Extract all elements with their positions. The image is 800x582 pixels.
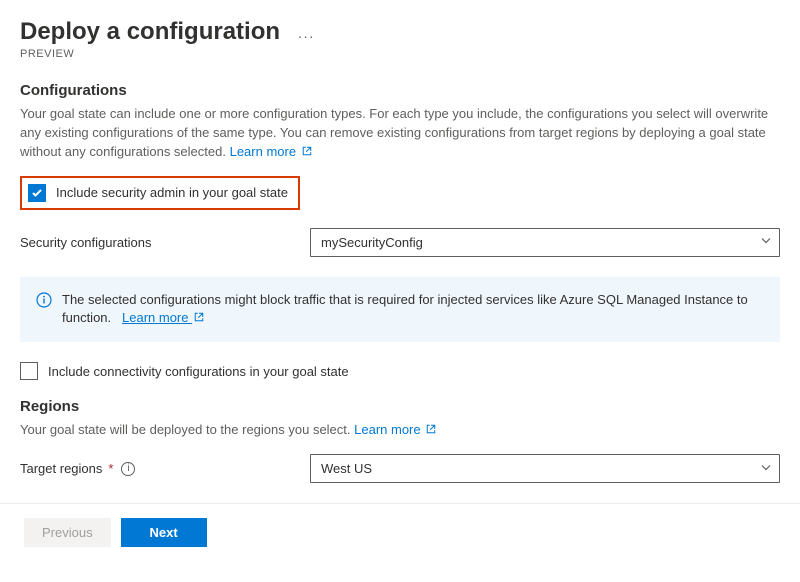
security-config-label: Security configurations: [20, 235, 310, 250]
regions-learn-more-link[interactable]: Learn more: [354, 422, 436, 437]
include-connectivity-label: Include connectivity configurations in y…: [48, 364, 349, 379]
external-link-icon: [302, 143, 312, 153]
target-regions-label: Target regions* i: [20, 461, 310, 476]
configurations-heading: Configurations: [20, 82, 780, 99]
security-config-select[interactable]: mySecurityConfig: [310, 228, 780, 257]
configurations-description: Your goal state can include one or more …: [20, 105, 780, 162]
previous-button[interactable]: Previous: [24, 518, 111, 547]
include-security-label: Include security admin in your goal stat…: [56, 185, 288, 200]
page-title: Deploy a configuration: [20, 18, 280, 46]
target-regions-select[interactable]: West US: [310, 454, 780, 483]
include-connectivity-checkbox[interactable]: [20, 362, 38, 380]
next-button[interactable]: Next: [121, 518, 207, 547]
external-link-icon: [426, 421, 436, 431]
include-security-checkbox[interactable]: [28, 184, 46, 202]
divider: [0, 503, 800, 504]
regions-description: Your goal state will be deployed to the …: [20, 421, 780, 440]
security-warning-banner: The selected configurations might block …: [20, 277, 780, 343]
more-actions-button[interactable]: ···: [298, 28, 315, 44]
regions-heading: Regions: [20, 398, 780, 415]
external-link-icon: [194, 309, 204, 319]
preview-badge: PREVIEW: [20, 48, 780, 60]
include-security-highlight: Include security admin in your goal stat…: [20, 176, 300, 210]
info-icon: [36, 292, 52, 314]
configurations-learn-more-link[interactable]: Learn more: [230, 144, 312, 159]
banner-learn-more-link[interactable]: Learn more: [122, 310, 204, 325]
info-icon[interactable]: i: [121, 462, 135, 476]
